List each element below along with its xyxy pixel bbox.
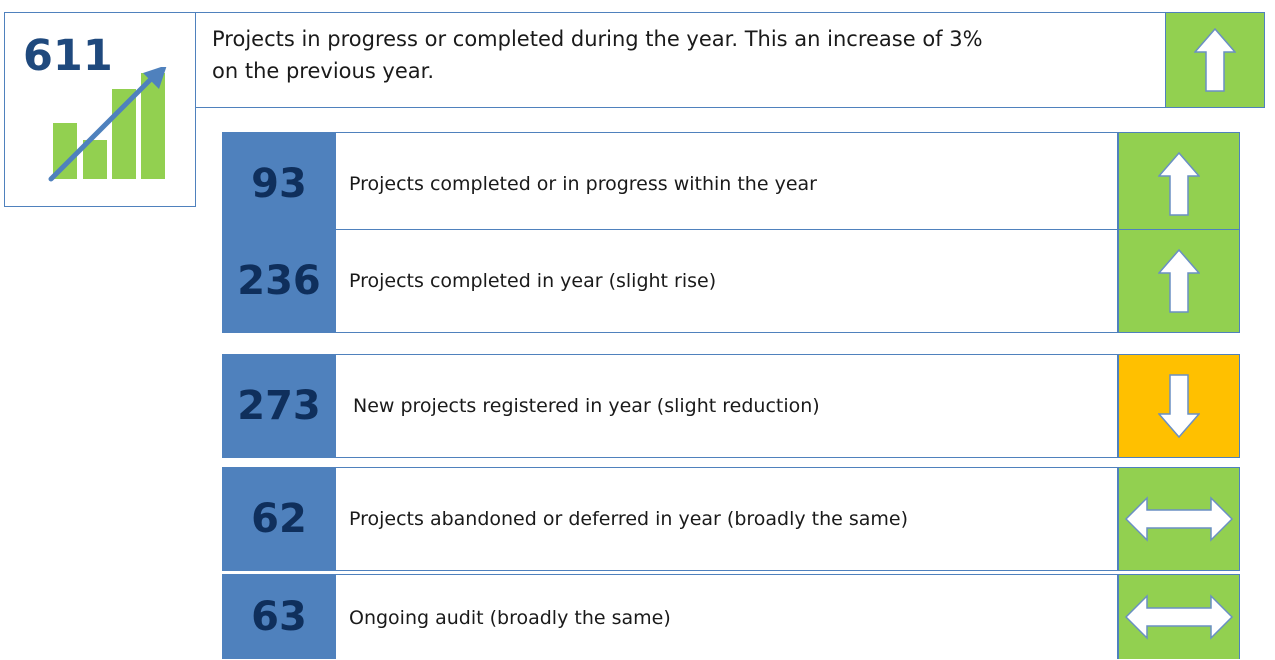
headline-trend [1165,12,1265,108]
trend-indicator [1118,229,1240,333]
headline-text: Projects in progress or completed during… [212,27,983,83]
stat-body: Projects completed in year (slight rise) [336,229,1118,333]
stat-row: 93 Projects completed or in progress wit… [222,132,1240,236]
stat-label: Projects abandoned or deferred in year (… [349,508,909,530]
stat-number: 63 [222,574,336,659]
stat-number: 62 [222,467,336,571]
arrow-left-right-icon [1125,594,1233,640]
trend-indicator [1118,354,1240,458]
growth-chart-icon [48,67,167,182]
arrow-down-icon [1158,374,1200,438]
stat-body: New projects registered in year (slight … [336,354,1118,458]
stat-row: 273 New projects registered in year (sli… [222,354,1240,458]
summary-tile: 611 [4,12,196,207]
stat-row: 236 Projects completed in year (slight r… [222,229,1240,333]
stat-body: Ongoing audit (broadly the same) [336,574,1118,659]
trend-indicator [1118,132,1240,236]
arrow-up-icon [1158,152,1200,216]
stat-number: 93 [222,132,336,236]
trend-indicator [1118,574,1240,659]
stat-row: 63 Ongoing audit (broadly the same) [222,574,1240,659]
stat-label: Ongoing audit (broadly the same) [349,606,671,629]
stat-row: 62 Projects abandoned or deferred in yea… [222,467,1240,571]
stat-number: 236 [222,229,336,333]
arrow-left-right-icon [1125,496,1233,542]
stat-body: Projects completed or in progress within… [336,132,1118,236]
headline-banner: Projects in progress or completed during… [196,12,1246,108]
stat-number: 273 [222,354,336,458]
stat-body: Projects abandoned or deferred in year (… [336,467,1118,571]
trend-indicator [1118,467,1240,571]
stat-label: New projects registered in year (slight … [353,395,820,417]
stat-label: Projects completed or in progress within… [349,173,817,195]
arrow-up-icon [1158,249,1200,313]
arrow-up-icon [1194,28,1236,92]
stat-label: Projects completed in year (slight rise) [349,270,717,292]
